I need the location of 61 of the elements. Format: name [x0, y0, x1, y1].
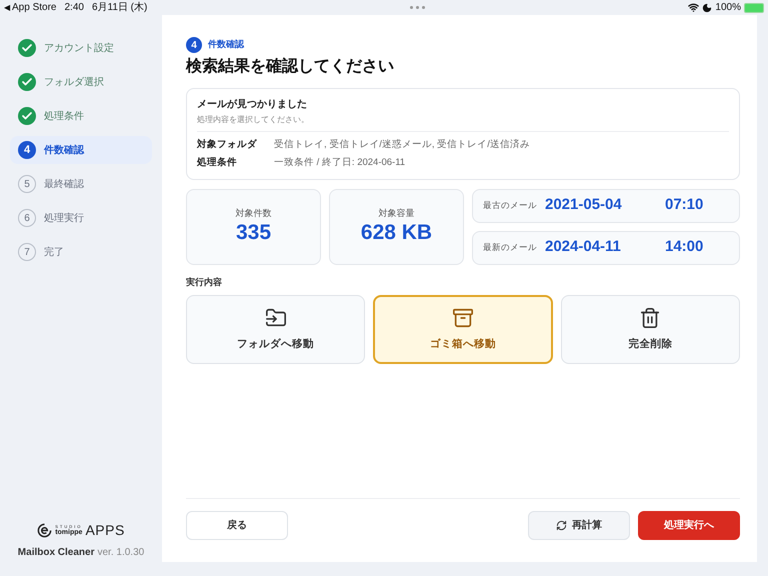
- date-label: 最古のメール: [483, 199, 538, 212]
- info-value: 一致条件 / 終了日: 2024-06-11: [274, 156, 406, 170]
- step-label: 完了: [44, 246, 64, 260]
- step-label: 処理実行: [44, 212, 84, 226]
- step-item[interactable]: 5 最終確認: [10, 170, 152, 198]
- stat-label: 対象容量: [378, 206, 414, 220]
- action-option[interactable]: フォルダへ移動: [186, 295, 366, 364]
- moon-icon: [702, 2, 712, 12]
- stat-value: 335: [236, 220, 272, 246]
- logo-apps: APPS: [85, 521, 125, 540]
- step-number: 4: [186, 37, 202, 53]
- step-label: 処理条件: [44, 110, 84, 124]
- page-title: 検索結果を確認してください: [186, 56, 395, 77]
- back-button[interactable]: 戻る: [186, 511, 288, 540]
- action-option[interactable]: 完全削除: [560, 295, 740, 364]
- info-heading: メールが見つかりました: [197, 98, 308, 112]
- more-dots-icon[interactable]: [410, 6, 426, 9]
- step-item[interactable]: 7 完了: [10, 238, 152, 266]
- stat-label: 対象件数: [236, 206, 272, 220]
- step-label: アカウント設定: [44, 42, 114, 56]
- step-label: フォルダ選択: [44, 76, 104, 90]
- proceed-button[interactable]: 処理実行へ: [638, 511, 740, 540]
- box-icon: [452, 306, 474, 329]
- info-label: 処理条件: [197, 156, 238, 170]
- battery-icon: [744, 2, 764, 12]
- section-label: 実行内容: [186, 276, 223, 288]
- back-link[interactable]: App Store: [12, 0, 56, 15]
- status-date: 6月11日 (木): [92, 0, 148, 15]
- info-label: 対象フォルダ: [197, 138, 258, 152]
- step-item[interactable]: 6 処理実行: [10, 204, 152, 232]
- refresh-icon: [556, 520, 567, 531]
- status-time: 2:40: [64, 1, 84, 15]
- step-label: 最終確認: [44, 178, 84, 192]
- step-label: 件数確認: [208, 38, 244, 52]
- stat-value: 628 KB: [360, 220, 432, 246]
- date-label: 最新のメール: [483, 241, 538, 254]
- app-name: Mailbox Cleaner: [18, 546, 94, 560]
- time-value: 14:00: [665, 237, 704, 258]
- info-subtext: 処理内容を選択してください。: [197, 114, 310, 126]
- step-number: 4: [18, 141, 36, 159]
- recalculate-button[interactable]: 再計算: [528, 511, 630, 540]
- step-item[interactable]: アカウント設定: [10, 34, 152, 62]
- folder-arrow-icon: [264, 306, 287, 329]
- step-label: 件数確認: [44, 144, 84, 158]
- battery-percent: 100%: [715, 1, 741, 15]
- app-version: ver. 1.0.30: [98, 546, 144, 560]
- step-item[interactable]: フォルダ選択: [10, 68, 152, 96]
- step-number: 6: [18, 209, 36, 227]
- step-number: 5: [18, 175, 36, 193]
- date-value: 2021-05-04: [545, 195, 623, 216]
- step-item[interactable]: 処理条件: [10, 102, 152, 130]
- spiral-logo-icon: [37, 523, 52, 538]
- step-item[interactable]: 4 件数確認: [10, 136, 152, 164]
- date-value: 2024-04-11: [545, 237, 622, 258]
- time-value: 07:10: [665, 195, 704, 216]
- trash-icon: [639, 306, 662, 329]
- step-number: 7: [18, 243, 36, 261]
- back-arrow[interactable]: ◀: [4, 2, 10, 14]
- wifi-icon: [688, 2, 700, 13]
- action-option[interactable]: ゴミ箱へ移動: [373, 295, 553, 364]
- info-value: 受信トレイ, 受信トレイ/迷惑メール, 受信トレイ/送信済み: [274, 138, 530, 152]
